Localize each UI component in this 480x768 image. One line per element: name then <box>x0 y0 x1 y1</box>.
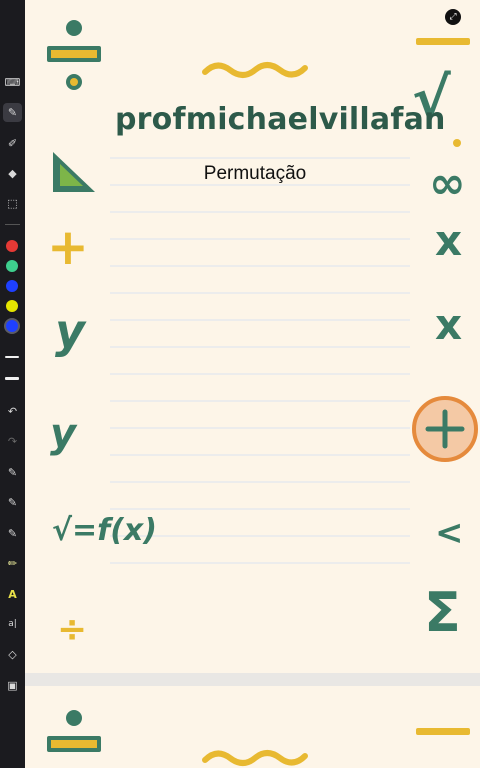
minus-symbol-decoration <box>416 728 470 735</box>
ruled-line <box>110 292 410 294</box>
times-symbol-decoration: x <box>435 216 463 265</box>
ruled-line <box>110 238 410 240</box>
highlighter-icon[interactable]: ✐ <box>3 134 22 153</box>
sigma-symbol-decoration: Σ <box>424 581 461 644</box>
page-subtitle: Permutação <box>203 163 307 184</box>
pen-settings-icon[interactable]: ✎ <box>3 524 22 543</box>
divide-symbol-small-decoration: ÷ <box>57 609 88 650</box>
sqrt-function-decoration: √=f(x) <box>52 513 157 548</box>
stroke-thin[interactable] <box>5 356 19 358</box>
ruled-line <box>110 562 410 564</box>
dot-decoration <box>453 139 461 147</box>
minus-symbol-decoration <box>416 38 470 45</box>
shape-tool-icon[interactable]: ✎ <box>3 493 22 512</box>
triangle-decoration <box>53 152 95 192</box>
plus-symbol-decoration: + <box>47 218 89 276</box>
redo-icon[interactable]: ↷ <box>3 432 22 451</box>
pen-icon[interactable]: ✎ <box>3 103 22 122</box>
ruled-line <box>110 265 410 267</box>
times-symbol-decoration-2: x <box>435 300 463 349</box>
text-box-icon[interactable]: a| <box>3 615 22 634</box>
shape-pen-icon[interactable]: ✎ <box>3 463 22 482</box>
color-swatch-green[interactable] <box>6 260 18 272</box>
drawing-toolbar: ⌨ ✎ ✐ ◆ ⬚ ↶ ↷ ✎ ✎ ✎ ✏ A a| ◇ ▣ <box>0 0 25 768</box>
notebook-page-next[interactable] <box>25 686 480 768</box>
ruled-line <box>110 508 410 510</box>
y-letter-decoration: y <box>55 304 85 358</box>
y-letter-decoration-small: y <box>50 411 77 457</box>
page-title: profmichaelvillafan <box>115 102 446 137</box>
marker-icon[interactable]: ✏ <box>3 554 22 573</box>
notebook-page[interactable]: + y y √=f(x) ÷ √ ∞ x x < Σ profmichaelvi… <box>25 0 480 673</box>
color-swatch-selected-blue[interactable] <box>6 320 18 332</box>
stroke-medium[interactable] <box>5 377 19 380</box>
undo-icon[interactable]: ↶ <box>3 402 22 421</box>
expand-icon[interactable]: ⤢ <box>445 9 461 25</box>
color-swatch-red[interactable] <box>6 240 18 252</box>
divide-symbol-decoration <box>47 710 101 752</box>
color-swatch-blue[interactable] <box>6 280 18 292</box>
ruled-line <box>110 346 410 348</box>
shapes-icon[interactable]: ◇ <box>3 645 22 664</box>
ruled-line <box>110 373 410 375</box>
ruled-line <box>110 319 410 321</box>
wave-decoration <box>202 750 308 766</box>
lasso-select-icon[interactable]: ⬚ <box>3 194 22 213</box>
ruled-line <box>110 481 410 483</box>
divide-symbol-decoration <box>47 20 101 90</box>
image-icon[interactable]: ▣ <box>3 676 22 695</box>
eraser-icon[interactable]: ◆ <box>3 164 22 183</box>
plus-circle-decoration <box>412 396 478 462</box>
infinity-symbol-decoration: ∞ <box>429 158 466 209</box>
toolbar-divider <box>5 224 20 225</box>
ruled-line <box>110 427 410 429</box>
ruled-line <box>110 454 410 456</box>
ruled-line <box>110 211 410 213</box>
color-swatch-yellow[interactable] <box>6 300 18 312</box>
keyboard-icon[interactable]: ⌨ <box>3 73 22 92</box>
wave-decoration <box>202 62 308 78</box>
ruled-line <box>110 400 410 402</box>
ruled-line <box>110 157 410 159</box>
less-than-decoration: < <box>435 513 464 553</box>
text-highlight-icon[interactable]: A <box>3 585 22 604</box>
